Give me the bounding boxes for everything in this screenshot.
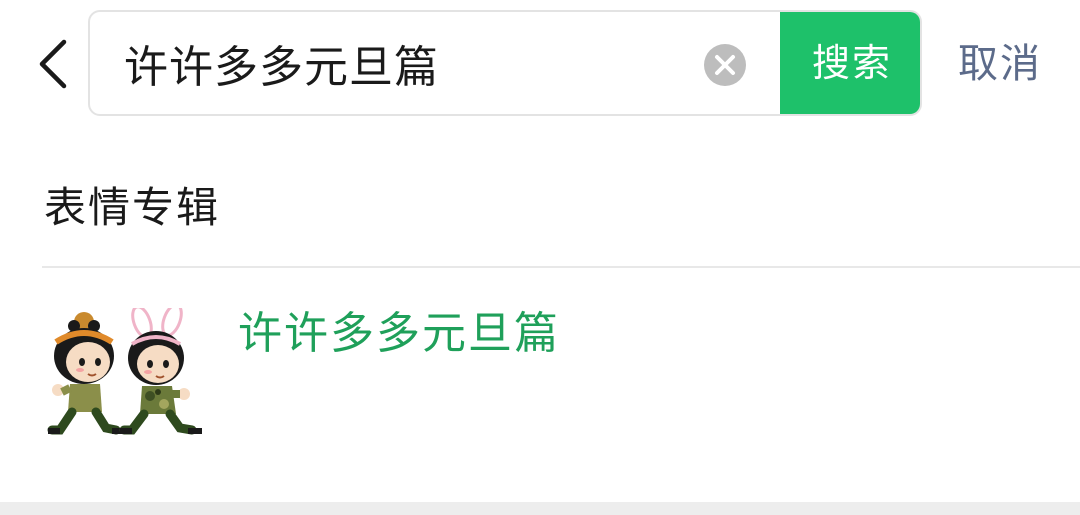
- bottom-spacer: [0, 502, 1080, 515]
- clear-button[interactable]: [704, 44, 746, 86]
- cancel-button[interactable]: 取消: [958, 34, 1042, 94]
- chevron-left-icon: [39, 39, 67, 89]
- search-button[interactable]: 搜索: [780, 12, 920, 114]
- sticker-characters-image: [47, 303, 202, 435]
- back-button[interactable]: [28, 36, 78, 92]
- result-title: 许许多多元旦篇: [238, 308, 560, 359]
- search-bar: 搜索: [88, 10, 922, 116]
- section-title: 表情专辑: [44, 183, 221, 232]
- sticker-pack-thumbnail: [44, 303, 214, 448]
- search-header: 搜索 取消: [0, 0, 1080, 130]
- clear-circle-icon: [704, 44, 746, 86]
- list-item[interactable]: 许许多多元旦篇: [0, 268, 1080, 500]
- search-input[interactable]: [124, 12, 684, 114]
